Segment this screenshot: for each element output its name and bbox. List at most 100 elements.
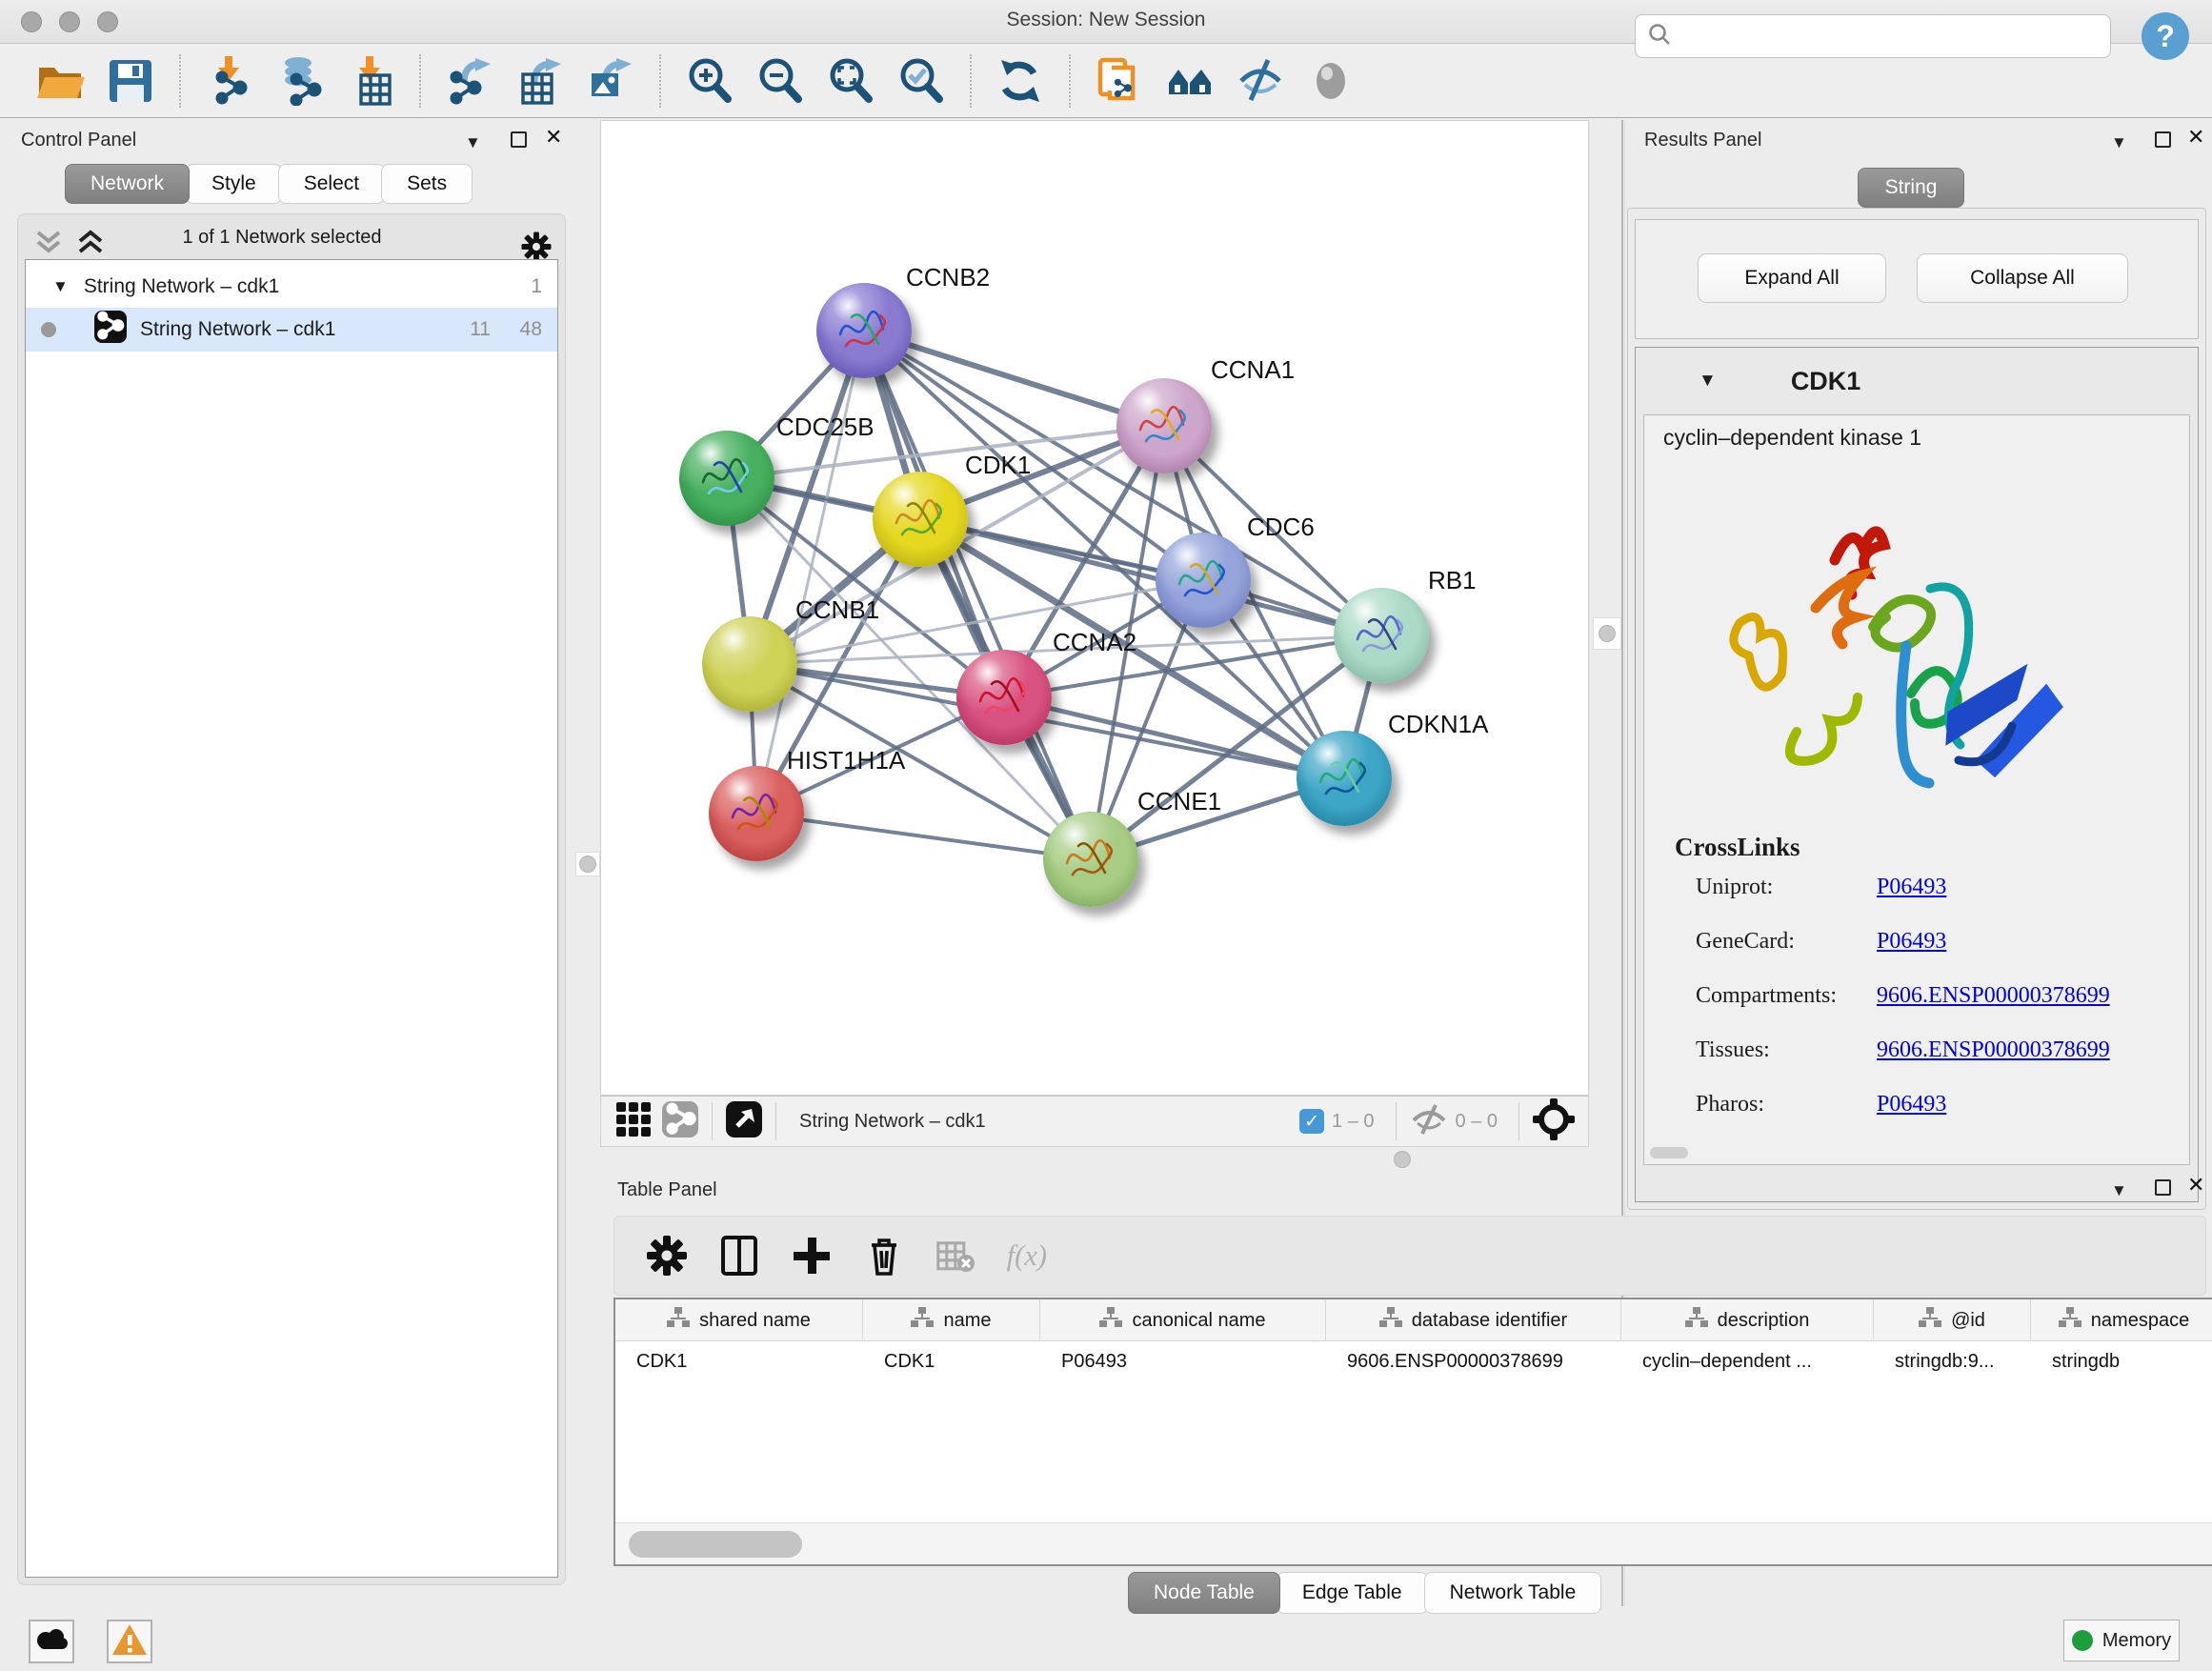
zoom-out-icon[interactable] (754, 54, 807, 108)
first-neighbors-icon[interactable] (1163, 54, 1217, 108)
section-collapse-icon[interactable]: ▼ (1699, 371, 1717, 392)
tab-network[interactable]: Network (65, 164, 190, 204)
copy-style-icon[interactable] (1093, 54, 1146, 108)
table-cell[interactable]: CDK1 (863, 1341, 1040, 1381)
node-CCNA1[interactable] (1116, 378, 1212, 473)
crosshair-icon[interactable] (1533, 1098, 1575, 1145)
crosslink-value-link[interactable]: 9606.ENSP00000378699 (1877, 1037, 2110, 1063)
network-view-toolbar: String Network – cdk1 ✓ 1 – 0 0 – 0 (600, 1096, 1589, 1147)
warnings-button[interactable] (107, 1620, 152, 1663)
zoom-in-icon[interactable] (683, 54, 736, 108)
crosslink-value-link[interactable]: 9606.ENSP00000378699 (1877, 983, 2110, 1009)
selected-checkbox-icon[interactable]: ✓ (1299, 1109, 1324, 1134)
horizontal-splitter-handle[interactable] (1394, 1151, 1411, 1168)
export-network-icon[interactable] (443, 54, 496, 108)
grid-view-icon[interactable] (616, 1102, 651, 1141)
node-HIST1H1A[interactable] (709, 766, 804, 861)
tab-select[interactable]: Select (278, 164, 385, 204)
right-splitter-handle[interactable] (1593, 617, 1621, 650)
node-CDK1[interactable] (873, 472, 968, 567)
edge-HIST1H1A-CCNE1[interactable] (756, 814, 1091, 859)
table-hscrollbar[interactable] (615, 1522, 2212, 1564)
tab-sets[interactable]: Sets (381, 164, 473, 204)
column-header-databaseidentifier[interactable]: database identifier (1326, 1299, 1621, 1341)
tab-edge-table[interactable]: Edge Table (1277, 1572, 1428, 1614)
left-splitter-handle[interactable] (575, 852, 600, 876)
export-image-icon[interactable] (584, 54, 637, 108)
node-CCNB1[interactable] (702, 616, 797, 712)
column-header-canonicalname[interactable]: canonical name (1040, 1299, 1326, 1341)
results-scrollbar-thumb[interactable] (1650, 1147, 1688, 1158)
table-cell[interactable]: 9606.ENSP00000378699 (1326, 1341, 1621, 1381)
node-label-CDC6: CDC6 (1247, 513, 1315, 542)
crosslink-value-link[interactable]: P06493 (1877, 1092, 1946, 1117)
columns-icon[interactable] (714, 1230, 765, 1281)
cloud-button[interactable] (29, 1620, 74, 1663)
table-cell[interactable]: stringdb (2031, 1341, 2212, 1381)
hidden-eye-icon (1410, 1103, 1448, 1140)
tab-node-table[interactable]: Node Table (1128, 1572, 1280, 1614)
results-panel-close-icon[interactable]: ✕ (2187, 126, 2204, 150)
node-CDKN1A[interactable] (1297, 731, 1392, 826)
node-RB1[interactable] (1334, 588, 1429, 683)
export-table-icon[interactable] (513, 54, 567, 108)
table-panel-float-icon[interactable] (2155, 1179, 2171, 1196)
node-CDC6[interactable] (1156, 533, 1251, 628)
column-header-name[interactable]: name (863, 1299, 1040, 1341)
import-network-file-icon[interactable] (203, 54, 256, 108)
table-panel-menu-icon[interactable]: ▼ (2111, 1181, 2127, 1200)
node-CCNB2[interactable] (816, 283, 912, 378)
search-box[interactable] (1635, 14, 2111, 58)
edge-CCNB2-CCNE1[interactable] (864, 331, 1091, 859)
cdk1-section-header[interactable]: ▼ CDK1 (1636, 348, 2198, 414)
column-header-namespace[interactable]: namespace (2031, 1299, 2212, 1341)
table-cell[interactable]: stringdb:9... (1874, 1341, 2031, 1381)
control-panel-menu-icon[interactable]: ▼ (465, 133, 481, 152)
zoom-selected-icon[interactable] (895, 54, 948, 108)
node-CDC25B[interactable] (679, 431, 774, 526)
node-label-CCNA2: CCNA2 (1053, 628, 1136, 657)
crosslink-value-link[interactable]: P06493 (1877, 875, 1946, 900)
memory-button[interactable]: Memory (2063, 1620, 2180, 1661)
network-tree-root-row[interactable]: ▼ String Network – cdk1 1 (26, 266, 557, 308)
tab-string[interactable]: String (1858, 168, 1964, 208)
network-tree-child-row[interactable]: String Network – cdk1 11 48 (26, 308, 557, 352)
table-cell[interactable]: cyclin–dependent ... (1621, 1341, 1874, 1381)
zoom-fit-icon[interactable] (824, 54, 877, 108)
table-cell[interactable]: CDK1 (615, 1341, 863, 1381)
crosslink-value-link[interactable]: P06493 (1877, 929, 1946, 955)
save-session-icon[interactable] (104, 54, 157, 108)
import-table-icon[interactable] (344, 54, 397, 108)
import-network-database-icon[interactable] (273, 54, 327, 108)
column-header-id[interactable]: @id (1874, 1299, 2031, 1341)
results-panel-menu-icon[interactable]: ▼ (2111, 133, 2127, 152)
search-input[interactable] (1672, 25, 2110, 49)
results-panel-float-icon[interactable] (2155, 131, 2171, 148)
tab-style[interactable]: Style (186, 164, 282, 204)
delete-column-icon[interactable] (858, 1230, 910, 1281)
collapse-all-button[interactable]: Collapse All (1917, 253, 2128, 303)
tree-expander-icon[interactable]: ▼ (52, 277, 69, 296)
column-header-sharedname[interactable]: shared name (615, 1299, 863, 1341)
hide-selection-icon[interactable] (1234, 54, 1287, 108)
add-column-icon[interactable] (786, 1230, 837, 1281)
table-panel-close-icon[interactable]: ✕ (2187, 1174, 2204, 1198)
control-panel-float-icon[interactable] (511, 131, 527, 148)
column-header-description[interactable]: description (1621, 1299, 1874, 1341)
expand-all-button[interactable]: Expand All (1698, 253, 1886, 303)
string-view-icon[interactable] (662, 1101, 698, 1142)
table-cell[interactable]: P06493 (1040, 1341, 1326, 1381)
show-all-icon[interactable] (1304, 54, 1357, 108)
node-CCNE1[interactable] (1043, 812, 1138, 907)
control-panel-close-icon[interactable]: ✕ (545, 126, 562, 150)
node-CCNA2[interactable] (956, 650, 1052, 745)
birds-eye-view-icon[interactable] (726, 1101, 762, 1142)
refresh-icon[interactable] (994, 54, 1047, 108)
cloud-icon (32, 1625, 70, 1659)
memory-status-dot (2072, 1630, 2093, 1651)
help-icon[interactable]: ? (2142, 12, 2189, 60)
tab-network-table[interactable]: Network Table (1424, 1572, 1602, 1614)
open-session-icon[interactable] (33, 54, 87, 108)
network-canvas[interactable]: CCNB2 CCNA1 CDC25B CDK1 CDC6 RB1CCNB1 CC… (600, 120, 1589, 1096)
gear-icon[interactable] (641, 1230, 693, 1281)
